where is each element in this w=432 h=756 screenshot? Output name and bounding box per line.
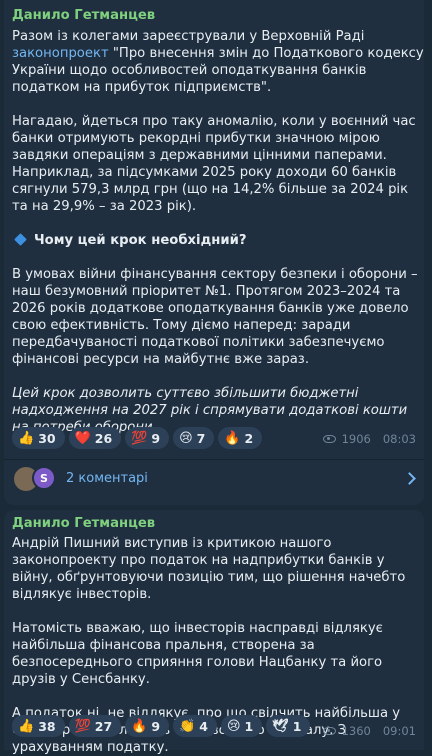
thumbs-up-icon: 👍 — [18, 430, 35, 446]
reaction-chip[interactable]: 🔥 2 — [218, 427, 263, 449]
hundred-icon: 💯 — [131, 430, 148, 446]
post-meta: 1360 09:01 — [322, 724, 416, 738]
comments-bar[interactable]: S 2 коментарі — [4, 459, 424, 505]
crying-face-icon: 😢 — [179, 430, 193, 446]
comments-link[interactable]: 2 коментарі — [66, 471, 148, 486]
post-paragraph-1: Разом із колегами зареєстрували у Верхов… — [12, 28, 424, 96]
reaction-chip[interactable]: 🕊 1 — [266, 715, 311, 737]
reaction-chip[interactable]: 😢 1 — [220, 715, 263, 737]
post-author[interactable]: Данило Гетманцев — [12, 516, 155, 531]
reaction-count: 38 — [38, 718, 56, 734]
heart-icon: ❤️ — [74, 430, 91, 446]
reaction-count: 1 — [292, 718, 302, 734]
post-paragraph-2: Нагадаю, йдеться про таку аномалію, коли… — [12, 114, 416, 214]
post-paragraph-1: Андрій Пишний виступив із критикою нашог… — [12, 536, 406, 602]
view-count: 1906 — [341, 432, 371, 446]
post-time: 09:01 — [382, 724, 416, 738]
reaction-count: 9 — [151, 430, 161, 446]
reaction-count: 2 — [244, 430, 254, 446]
paragraph-text: Разом із колегами зареєстрували у Верхов… — [12, 29, 365, 44]
crying-face-icon: 😢 — [226, 718, 241, 734]
clapping-hands-icon: 👏 — [179, 718, 196, 734]
reactions-row: 👍 30 ❤️ 26 💯 9 😢 7 🔥 2 — [12, 427, 263, 449]
reaction-chip[interactable]: 💯 27 — [68, 715, 122, 737]
chevron-right-icon — [403, 472, 416, 485]
reaction-count: 9 — [151, 718, 161, 734]
blue-diamond-icon — [14, 233, 27, 246]
reaction-chip[interactable]: 💯 9 — [125, 427, 170, 449]
dove-icon: 🕊 — [272, 718, 289, 734]
fire-icon: 🔥 — [224, 430, 241, 446]
post-heading: Чому цей крок необхідний? — [12, 232, 424, 249]
post-paragraph-3: В умовах війни фінансування сектору безп… — [12, 267, 418, 367]
reaction-count: 27 — [94, 718, 113, 734]
thumbs-up-icon: 👍 — [18, 718, 35, 734]
post-body: Разом із колегами зареєстрували у Верхов… — [12, 28, 424, 436]
reactions-row: 👍 38 💯 27 🔥 9 👏 4 😢 1 🕊 1 — [12, 715, 311, 737]
fire-icon: 🔥 — [131, 718, 148, 734]
reaction-count: 7 — [196, 430, 206, 446]
reaction-chip[interactable]: 👍 30 — [12, 427, 65, 449]
reaction-count: 4 — [199, 718, 208, 734]
reaction-chip[interactable]: 🔥 9 — [125, 715, 170, 737]
post-paragraph-2: Натомість вважаю, що інвесторів насправд… — [12, 621, 383, 687]
hundred-icon: 💯 — [74, 718, 91, 734]
post-author[interactable]: Данило Гетманцев — [12, 8, 155, 23]
post-time: 08:03 — [382, 432, 416, 446]
reaction-count: 1 — [244, 718, 254, 734]
reaction-chip[interactable]: 👏 4 — [173, 715, 217, 737]
reaction-chip[interactable]: ❤️ 26 — [68, 427, 122, 449]
view-count: 1360 — [341, 724, 371, 738]
bill-link[interactable]: законопроект — [12, 46, 109, 61]
channel-post-2: Данило Гетманцев Андрій Пишний виступив … — [4, 510, 424, 755]
reaction-chip[interactable]: 😢 7 — [173, 427, 215, 449]
reaction-chip[interactable]: 👍 38 — [12, 715, 65, 737]
reaction-count: 30 — [38, 430, 56, 446]
heading-text: Чому цей крок необхідний? — [34, 233, 247, 248]
post-meta: 1906 08:03 — [322, 432, 416, 446]
channel-post-1: Данило Гетманцев Разом із колегами зареє… — [4, 0, 424, 505]
avatar: S — [32, 466, 56, 490]
reaction-count: 26 — [94, 430, 113, 446]
eye-icon — [322, 435, 336, 443]
eye-icon — [322, 727, 336, 735]
